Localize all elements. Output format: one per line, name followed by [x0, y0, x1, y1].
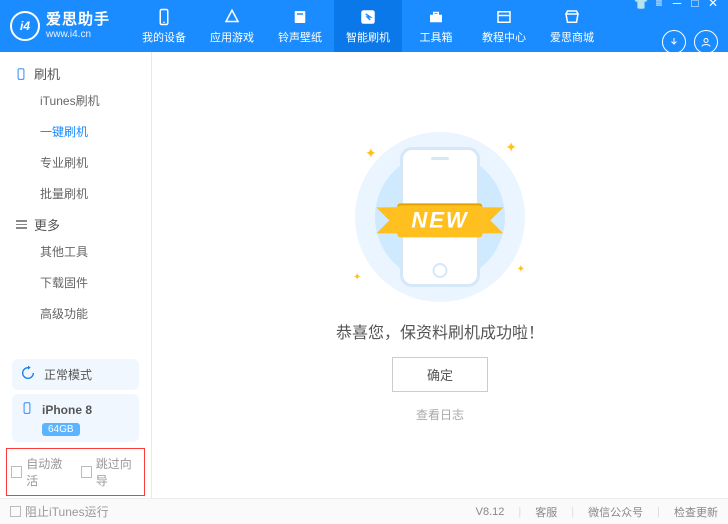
brand-name: 爱思助手: [46, 12, 110, 29]
maximize-icon[interactable]: □: [690, 0, 700, 8]
tab-label: 铃声壁纸: [278, 29, 322, 45]
tab-tutorials[interactable]: 教程中心: [470, 0, 538, 52]
tab-label: 我的设备: [142, 29, 186, 45]
update-link[interactable]: 检查更新: [674, 504, 718, 520]
phone-icon: [155, 8, 173, 26]
tab-my-device[interactable]: 我的设备: [130, 0, 198, 52]
sidebar-item-download-fw[interactable]: 下载固件: [0, 267, 151, 298]
wechat-link[interactable]: 微信公众号: [588, 504, 643, 520]
flash-icon: [359, 8, 377, 26]
view-log-link[interactable]: 查看日志: [416, 406, 464, 423]
sidebar: 刷机 iTunes刷机 一键刷机 专业刷机 批量刷机 更多 其他工具 下载固件 …: [0, 52, 152, 498]
sidebar-item-advanced[interactable]: 高级功能: [0, 298, 151, 329]
logo-icon: i4: [10, 11, 40, 41]
device-name: iPhone 8: [42, 403, 92, 417]
title-bar: i4 爱思助手 www.i4.cn 我的设备 应用游戏 铃声壁纸 智能刷机 工具…: [0, 0, 728, 52]
sidebar-item-batch-flash[interactable]: 批量刷机: [0, 178, 151, 209]
tab-label: 教程中心: [482, 29, 526, 45]
block-itunes-label: 阻止iTunes运行: [25, 503, 109, 520]
sidebar-section-flash: 刷机: [0, 58, 151, 85]
sidebar-item-itunes-flash[interactable]: iTunes刷机: [0, 85, 151, 116]
success-illustration: NEW ✦✦✦✦: [335, 127, 545, 307]
tab-label: 应用游戏: [210, 29, 254, 45]
main-panel: NEW ✦✦✦✦ 恭喜您，保资料刷机成功啦！ 确定 查看日志: [152, 52, 728, 498]
skip-guide-label: 跳过向导: [96, 455, 140, 489]
sidebar-section-label: 刷机: [34, 64, 60, 83]
minimize-icon[interactable]: ─: [672, 0, 682, 8]
refresh-icon: [20, 365, 36, 384]
block-itunes-checkbox[interactable]: 阻止iTunes运行: [10, 503, 109, 520]
titlebar-controls: 👕 ≡ ─ □ ✕: [636, 0, 718, 54]
result-message: 恭喜您，保资料刷机成功啦！: [336, 319, 544, 343]
tab-smart-flash[interactable]: 智能刷机: [334, 0, 402, 52]
tab-label: 智能刷机: [346, 29, 390, 45]
device-icon: [20, 400, 34, 419]
auto-activate-checkbox[interactable]: 自动激活: [11, 455, 71, 489]
tab-store[interactable]: 爱思商城: [538, 0, 606, 52]
phone-outline-icon: [14, 67, 28, 81]
skip-guide-checkbox[interactable]: 跳过向导: [81, 455, 141, 489]
version-label: V8.12: [476, 506, 505, 518]
store-icon: [563, 8, 581, 26]
post-flash-options: 自动激活 跳过向导: [6, 448, 145, 496]
ok-button[interactable]: 确定: [392, 357, 488, 392]
sidebar-item-pro-flash[interactable]: 专业刷机: [0, 147, 151, 178]
status-bar: 阻止iTunes运行 V8.12 | 客服 | 微信公众号 | 检查更新: [0, 498, 728, 524]
device-pill[interactable]: iPhone 8 64GB: [12, 394, 139, 442]
more-icon: [14, 218, 28, 232]
tab-tools[interactable]: 工具箱: [402, 0, 470, 52]
tab-ringtones[interactable]: 铃声壁纸: [266, 0, 334, 52]
auto-activate-label: 自动激活: [26, 455, 70, 489]
tab-apps[interactable]: 应用游戏: [198, 0, 266, 52]
menu-icon[interactable]: ≡: [654, 0, 664, 8]
user-button[interactable]: [694, 30, 718, 54]
sidebar-section-label: 更多: [34, 215, 60, 234]
toolbox-icon: [427, 8, 445, 26]
mode-pill[interactable]: 正常模式: [12, 359, 139, 390]
top-tabs: 我的设备 应用游戏 铃声壁纸 智能刷机 工具箱 教程中心 爱思商城: [130, 0, 606, 52]
storage-badge: 64GB: [42, 423, 80, 436]
mode-label: 正常模式: [44, 366, 92, 383]
tab-label: 工具箱: [420, 29, 453, 45]
support-link[interactable]: 客服: [535, 504, 557, 520]
brand-url: www.i4.cn: [46, 29, 110, 40]
sidebar-section-more: 更多: [0, 209, 151, 236]
tab-label: 爱思商城: [550, 29, 594, 45]
ribbon-text: NEW: [397, 203, 482, 237]
sidebar-item-oneclick-flash[interactable]: 一键刷机: [0, 116, 151, 147]
brand-logo: i4 爱思助手 www.i4.cn: [10, 11, 110, 41]
app-store-icon: [223, 8, 241, 26]
tutorial-icon: [495, 8, 513, 26]
download-button[interactable]: [662, 30, 686, 54]
close-icon[interactable]: ✕: [708, 0, 718, 8]
sidebar-item-other-tools[interactable]: 其他工具: [0, 236, 151, 267]
shirt-icon[interactable]: 👕: [636, 0, 646, 8]
note-icon: [291, 8, 309, 26]
